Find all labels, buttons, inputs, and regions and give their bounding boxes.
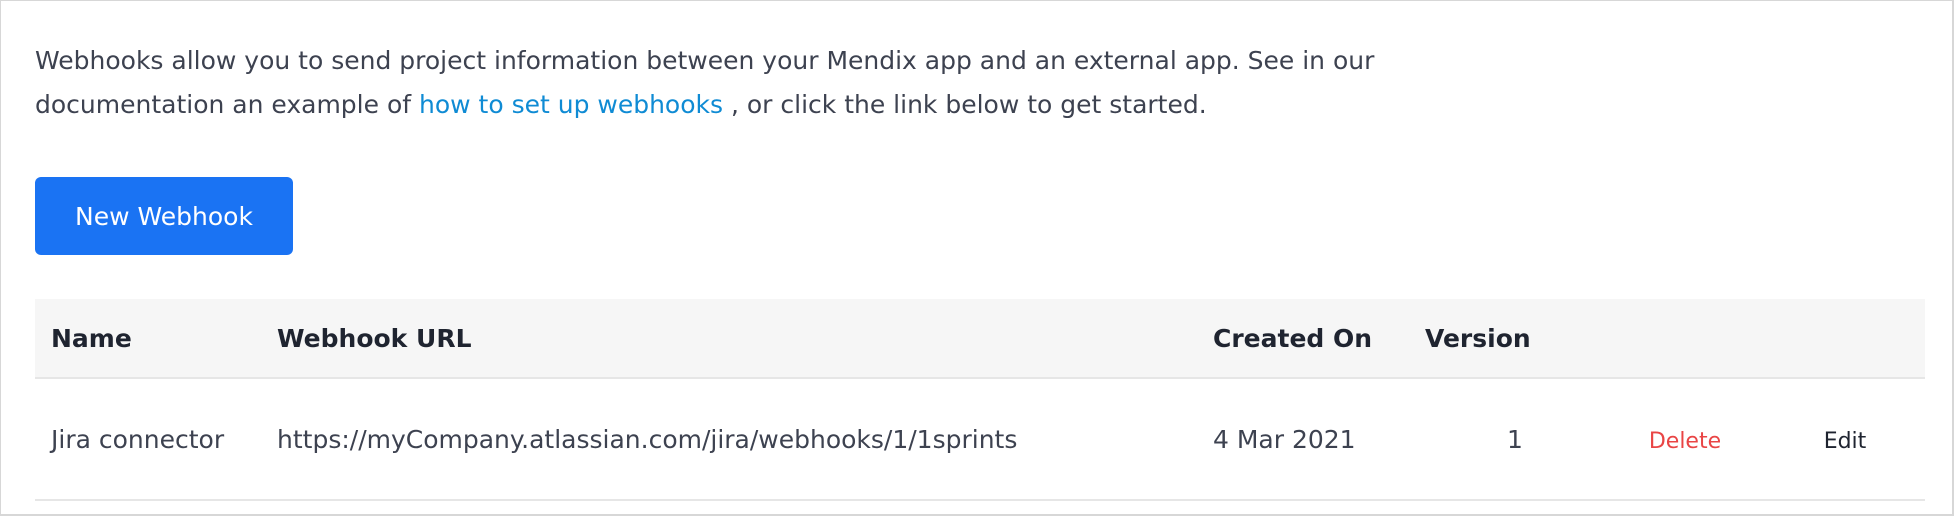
webhook-created-on: 4 Mar 2021 xyxy=(1213,424,1356,454)
column-header-created-on: Created On xyxy=(1213,323,1373,353)
column-header-webhook-url: Webhook URL xyxy=(277,323,472,353)
webhook-name: Jira connector xyxy=(51,424,225,454)
webhooks-table: Name Webhook URL Created On Version Jira… xyxy=(35,299,1925,501)
intro-text-after: , or click the link below to get started… xyxy=(723,90,1207,119)
table-header: Name Webhook URL Created On Version xyxy=(35,299,1925,379)
edit-cell: Edit xyxy=(1765,425,1925,454)
new-webhook-button[interactable]: New Webhook xyxy=(35,177,293,255)
intro-text: Webhooks allow you to send project infor… xyxy=(35,39,1485,127)
setup-webhooks-link[interactable]: how to set up webhooks xyxy=(419,90,723,119)
webhook-url: https://myCompany.atlassian.com/jira/web… xyxy=(277,424,1018,454)
delete-cell: Delete xyxy=(1605,425,1765,454)
column-header-version: Version xyxy=(1425,323,1531,353)
delete-webhook-link[interactable]: Delete xyxy=(1649,429,1721,454)
table-row: Jira connector https://myCompany.atlassi… xyxy=(35,379,1925,501)
webhook-version: 1 xyxy=(1507,424,1523,454)
webhooks-content: Webhooks allow you to send project infor… xyxy=(35,39,1925,501)
webhooks-panel: Webhooks allow you to send project infor… xyxy=(0,0,1954,516)
edit-webhook-link[interactable]: Edit xyxy=(1824,429,1867,454)
column-header-name: Name xyxy=(51,323,132,353)
